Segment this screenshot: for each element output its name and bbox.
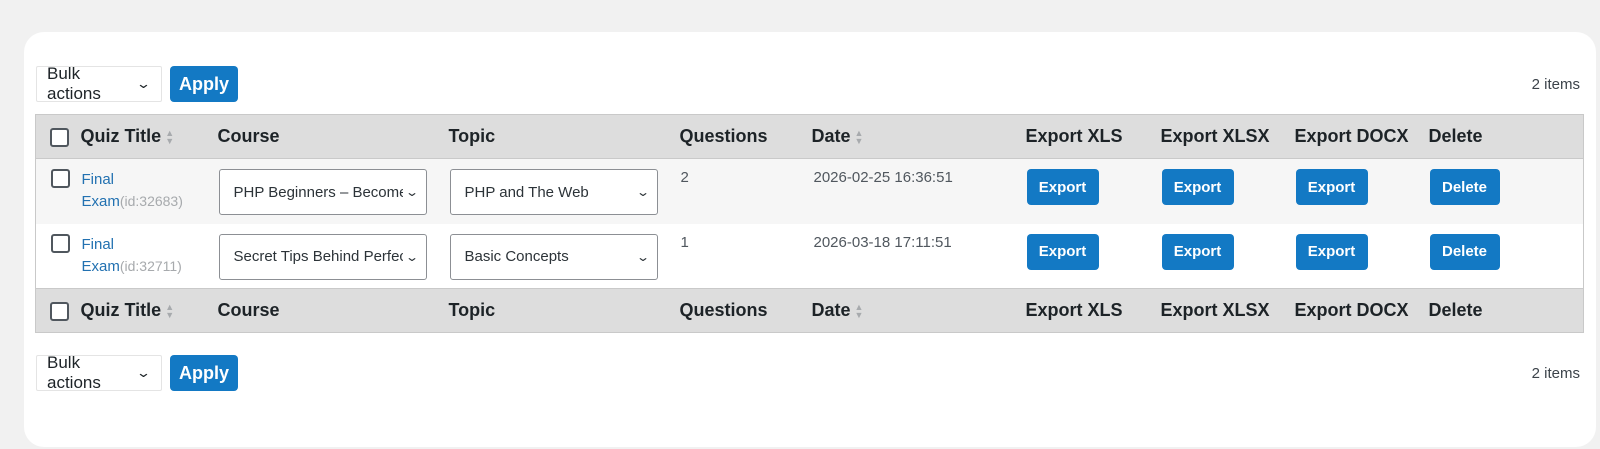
chevron-down-icon: ⌄ xyxy=(636,249,651,264)
column-quiz-title[interactable]: Quiz Title ▲ ▼ xyxy=(80,288,218,333)
sort-arrows-icon: ▲ ▼ xyxy=(854,128,864,147)
column-delete: Delete xyxy=(1428,288,1584,333)
quiz-id: (id:32711) xyxy=(119,257,182,274)
column-delete: Delete xyxy=(1428,114,1584,159)
course-select[interactable]: PHP Beginners – Become a PHP Master ⌄ xyxy=(218,169,427,215)
column-course: Course xyxy=(217,114,449,159)
column-export-xlsx: Export XLSX xyxy=(1160,114,1295,159)
table-footer-row: Quiz Title ▲ ▼ Course Topic Questions Date… xyxy=(35,288,1584,333)
quiz-id: (id:32683) xyxy=(119,193,183,209)
table-row: Final Exam(id:32711) Secret Tips Behind … xyxy=(35,223,1584,289)
export-xls-button[interactable]: Export xyxy=(1026,233,1099,270)
chevron-down-icon: ⌄ xyxy=(636,185,651,199)
topic-select[interactable]: Basic Concepts ⌄ xyxy=(449,233,658,280)
column-quiz-title[interactable]: Quiz Title ▲ ▼ xyxy=(80,114,218,159)
column-export-xls: Export XLS xyxy=(1025,288,1161,333)
column-topic: Topic xyxy=(448,114,680,159)
quiz-date: 2026-03-18 17:11:51 xyxy=(813,233,952,251)
questions-count: 1 xyxy=(680,233,689,251)
table-header-row: Quiz Title ▲ ▼ Course Topic Questions Date… xyxy=(35,114,1584,159)
column-course: Course xyxy=(217,288,449,333)
row-checkbox[interactable] xyxy=(51,233,70,253)
delete-button[interactable]: Delete xyxy=(1429,169,1500,205)
topic-select[interactable]: PHP and The Web ⌄ xyxy=(449,169,658,215)
table-row: Final Exam(id:32683) PHP Beginners – Bec… xyxy=(35,158,1584,224)
course-select[interactable]: Secret Tips Behind Perfect Photos ⌄ xyxy=(218,233,427,280)
column-questions: Questions xyxy=(679,288,812,333)
column-export-docx: Export DOCX xyxy=(1294,114,1429,159)
bulk-actions-select[interactable]: Bulk actions ⌄ xyxy=(36,353,162,392)
items-count: 2 items xyxy=(1531,75,1580,93)
delete-button[interactable]: Delete xyxy=(1429,233,1500,270)
export-docx-button[interactable]: Export xyxy=(1295,233,1368,270)
export-xls-button[interactable]: Export xyxy=(1026,169,1099,205)
tablenav-top: Bulk actions ⌄ Apply 2 items xyxy=(36,64,1580,103)
column-date[interactable]: Date ▲ ▼ xyxy=(811,114,1026,159)
sort-arrows-icon: ▲ ▼ xyxy=(165,302,175,321)
quiz-title-link[interactable]: Final Exam xyxy=(82,171,120,210)
questions-count: 2 xyxy=(680,169,689,186)
quiz-list-card: Bulk actions ⌄ Apply 2 items Quiz Title ▲… xyxy=(24,32,1596,447)
quiz-title-link[interactable]: Final Exam xyxy=(82,236,120,275)
quiz-date: 2026-02-25 16:36:51 xyxy=(813,169,953,186)
chevron-down-icon: ⌄ xyxy=(135,76,152,91)
export-xlsx-button[interactable]: Export xyxy=(1161,169,1234,205)
apply-button[interactable]: Apply xyxy=(170,355,238,391)
column-questions: Questions xyxy=(679,114,812,159)
bulk-actions-label: Bulk actions xyxy=(47,64,101,103)
quiz-table: Quiz Title ▲ ▼ Course Topic Questions Date… xyxy=(35,114,1584,333)
export-docx-button[interactable]: Export xyxy=(1295,169,1368,205)
select-all-checkbox[interactable] xyxy=(50,301,69,321)
select-all-checkbox[interactable] xyxy=(50,127,69,147)
sort-arrows-icon: ▲ ▼ xyxy=(854,302,864,321)
column-export-docx: Export DOCX xyxy=(1294,288,1429,333)
column-export-xlsx: Export XLSX xyxy=(1160,288,1295,333)
column-topic: Topic xyxy=(448,288,680,333)
chevron-down-icon: ⌄ xyxy=(405,185,420,199)
items-count: 2 items xyxy=(1531,364,1580,382)
row-checkbox[interactable] xyxy=(51,169,70,188)
column-date[interactable]: Date ▲ ▼ xyxy=(811,288,1026,333)
apply-button[interactable]: Apply xyxy=(170,66,238,102)
column-export-xls: Export XLS xyxy=(1025,114,1161,159)
bulk-actions-label: Bulk actions xyxy=(47,353,101,392)
sort-arrows-icon: ▲ ▼ xyxy=(165,128,175,147)
tablenav-bottom: Bulk actions ⌄ Apply 2 items xyxy=(36,353,1580,392)
chevron-down-icon: ⌄ xyxy=(405,249,420,264)
chevron-down-icon: ⌄ xyxy=(135,365,152,380)
bulk-actions-select[interactable]: Bulk actions ⌄ xyxy=(36,64,162,103)
export-xlsx-button[interactable]: Export xyxy=(1161,233,1234,270)
